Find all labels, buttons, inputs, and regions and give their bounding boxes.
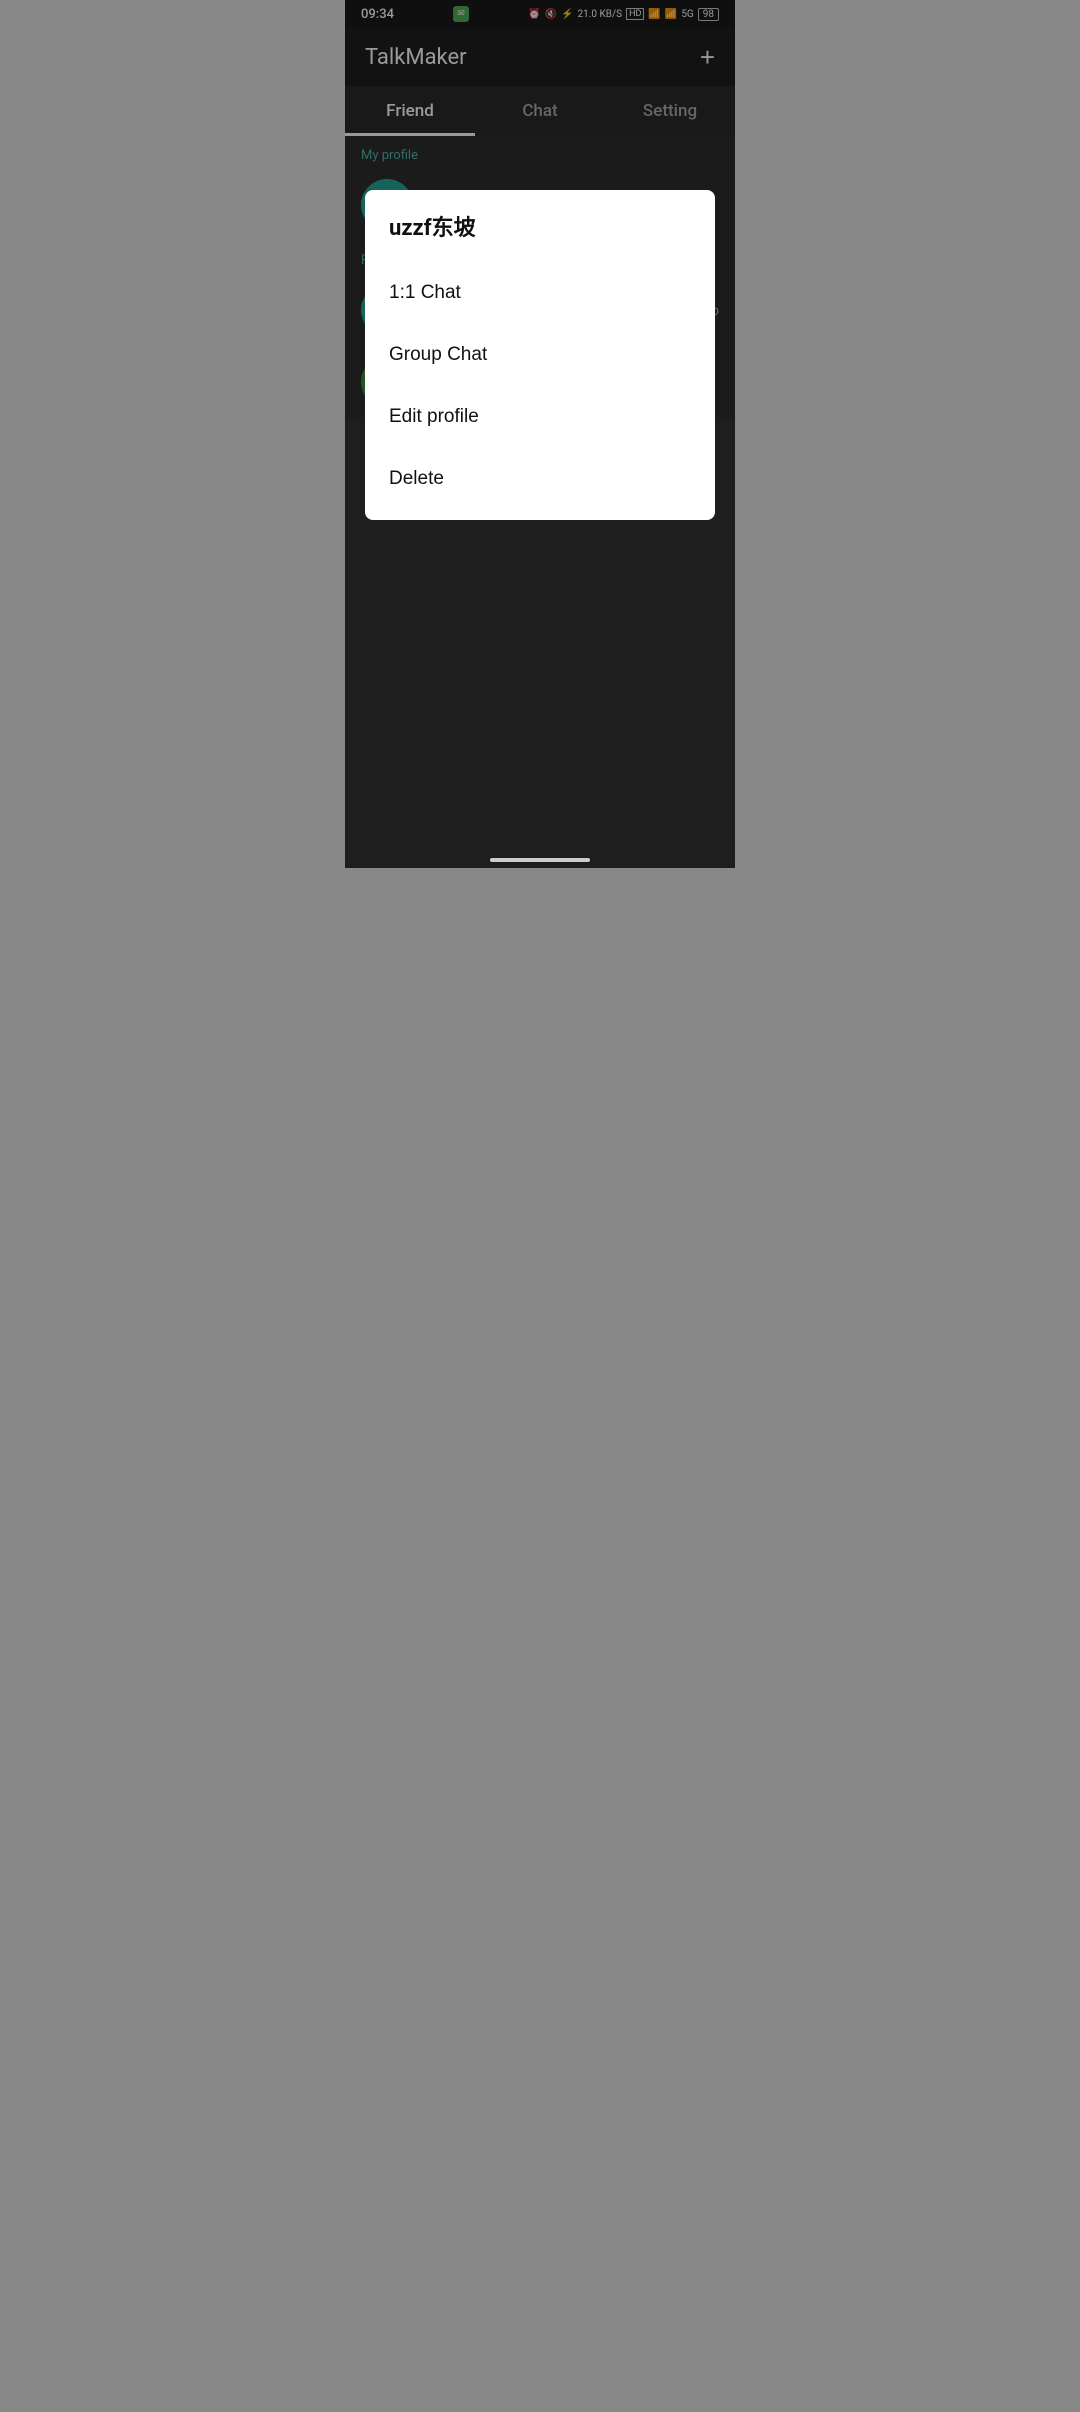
screen: 09:34 ✉ ⏰ 🔇 ⚡ 21.0 KB/S HD 📶 📶 5G 98 Tal… [345, 0, 735, 868]
context-menu-item-delete[interactable]: Delete [365, 448, 715, 510]
context-menu: uzzf东坡 1:1 Chat Group Chat Edit profile … [365, 190, 715, 520]
home-indicator [490, 858, 590, 862]
context-menu-item-edit-profile[interactable]: Edit profile [365, 386, 715, 448]
context-menu-item-group-chat[interactable]: Group Chat [365, 324, 715, 386]
context-menu-title: uzzf东坡 [365, 210, 715, 262]
context-menu-item-one-on-one-chat[interactable]: 1:1 Chat [365, 262, 715, 324]
